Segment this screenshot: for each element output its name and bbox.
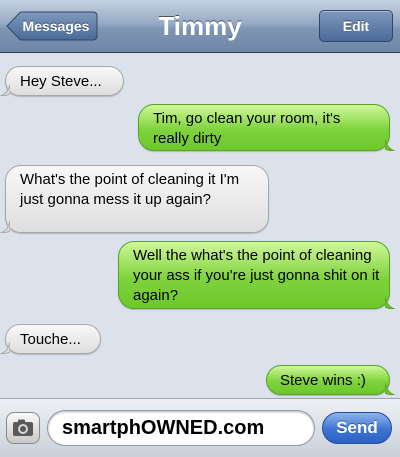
message-bubble-sent: Well the what's the point of cleaning yo…: [118, 241, 395, 309]
message-bubble-sent: Steve wins :): [266, 365, 395, 395]
message-text: Well the what's the point of cleaning yo…: [133, 247, 380, 304]
bubble-tail: [0, 342, 10, 354]
bubble-tail: [0, 221, 10, 233]
bubble-tail: [385, 139, 395, 151]
edit-button[interactable]: Edit: [319, 10, 393, 42]
bubble-tail: [385, 383, 395, 395]
message-text: What's the point of cleaning it I'm just…: [20, 171, 240, 208]
message-bubble-received: Hey Steve...: [0, 66, 124, 96]
navigation-bar: Messages Timmy Edit: [0, 0, 400, 53]
message-bubble-received: What's the point of cleaning it I'm just…: [0, 165, 269, 233]
bubble-tail: [385, 297, 395, 309]
message-text: Steve wins :): [280, 372, 366, 389]
send-button[interactable]: Send: [322, 412, 392, 444]
message-text: Touche...: [20, 331, 81, 348]
message-bubble-sent: Tim, go clean your room, it's really dir…: [138, 104, 395, 151]
message-list[interactable]: Hey Steve... Tim, go clean your room, it…: [0, 53, 400, 398]
bubble-tail: [0, 84, 10, 96]
camera-icon: [13, 419, 33, 436]
message-text: Hey Steve...: [20, 73, 102, 90]
message-bubble-received: Touche...: [0, 324, 101, 354]
compose-bar: smartphOWNED.com Send: [0, 398, 400, 457]
message-text: Tim, go clean your room, it's really dir…: [153, 110, 341, 147]
camera-button[interactable]: [6, 412, 40, 444]
message-input[interactable]: smartphOWNED.com: [47, 410, 315, 446]
